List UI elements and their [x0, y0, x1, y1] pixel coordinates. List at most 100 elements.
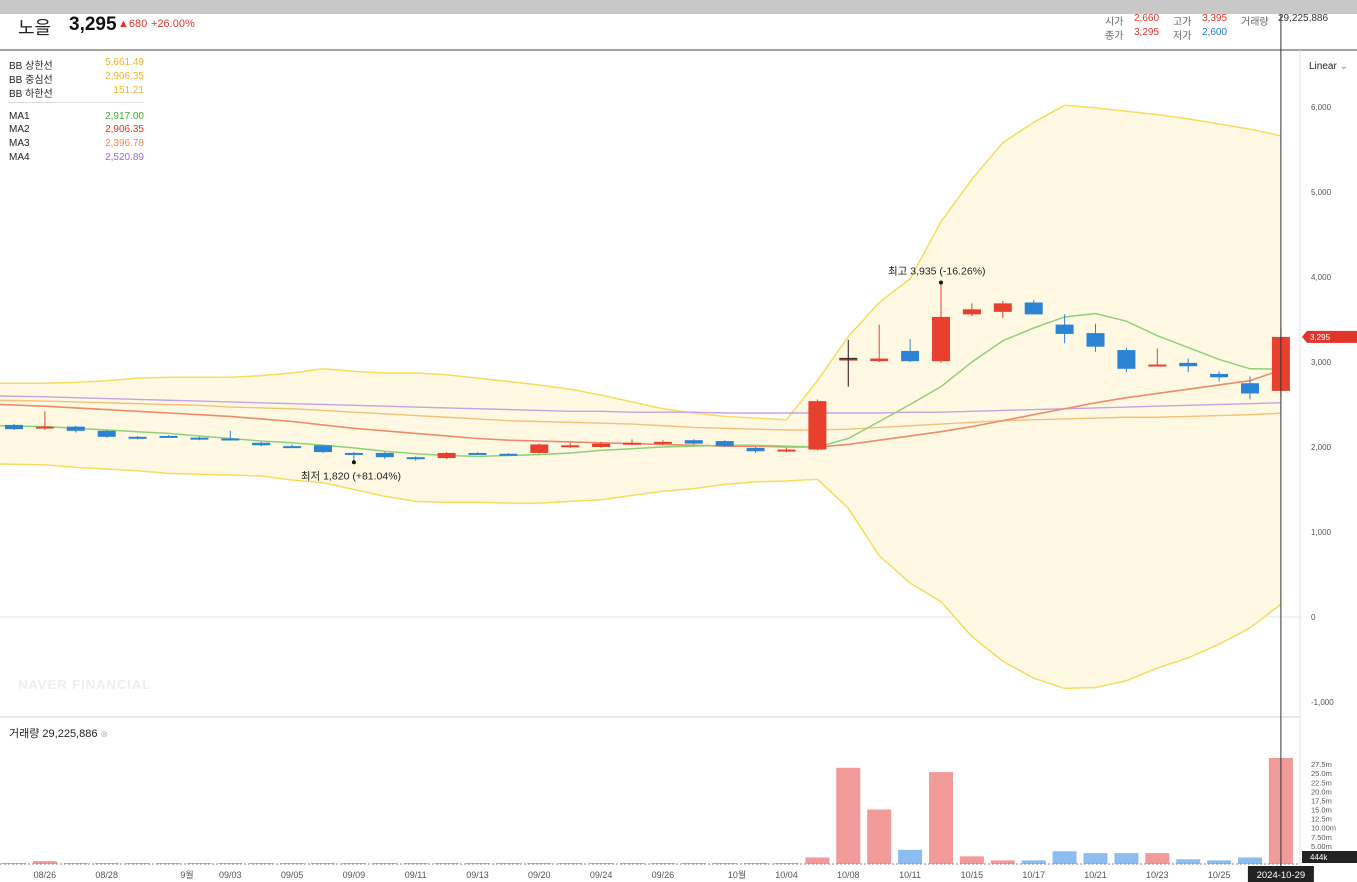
- volume-panel-label: 거래량 29,225,886 ⊗: [9, 725, 108, 741]
- volume-bar: [94, 863, 119, 864]
- x-tick-label: 09/13: [466, 870, 489, 880]
- candle-body: [1148, 364, 1167, 367]
- candle-body: [870, 358, 889, 362]
- x-tick-label: 10/04: [775, 870, 798, 880]
- volume-tick-label: 20.0m: [1311, 787, 1332, 796]
- candle-body: [901, 350, 920, 362]
- candle-body: [375, 452, 394, 458]
- legend-value: 2,906.35: [105, 71, 144, 82]
- volume-bar: [1207, 860, 1232, 864]
- y-tick-label: 2,000: [1311, 443, 1332, 452]
- candle-body: [1055, 324, 1074, 334]
- volume-bar: [434, 863, 459, 864]
- x-tick-label: 10/15: [961, 870, 984, 880]
- candle-body: [128, 436, 147, 439]
- current-date-tag-text: 2024-10-29: [1257, 870, 1306, 881]
- y-tick-label: 4,000: [1311, 273, 1332, 282]
- high-annotation: 최고 3,935 (-16.26%): [888, 266, 986, 278]
- legend-value: 2,917.00: [105, 111, 144, 122]
- legend-ma2: MA2 2,906.35: [9, 124, 144, 135]
- x-tick-label: 09/09: [343, 870, 366, 880]
- volume-bar: [805, 857, 830, 864]
- x-tick-label: 09/20: [528, 870, 551, 880]
- y-tick-label: 1,000: [1311, 528, 1332, 537]
- candle-body: [962, 309, 981, 315]
- y-tick-label: 0: [1311, 613, 1316, 622]
- candle-body: [623, 442, 641, 445]
- legend-value: 5,661.49: [105, 57, 144, 68]
- low-label: 저가: [1173, 31, 1192, 42]
- candle-body: [530, 444, 549, 453]
- legend-label: MA4: [9, 152, 30, 163]
- volume-tick-label: 25.0m: [1311, 769, 1332, 778]
- candle-body: [159, 435, 178, 438]
- x-tick-label: 9월: [180, 869, 193, 880]
- legend-value: 2,396.78: [105, 138, 144, 149]
- price-change-percent: +26.00%: [151, 18, 195, 30]
- legend-value: 151.21: [113, 85, 144, 96]
- scale-mode-select[interactable]: Linear ⌄: [1309, 61, 1348, 72]
- candle-body: [97, 430, 116, 437]
- candle-body: [808, 401, 827, 450]
- volume-tick-label: 22.5m: [1311, 778, 1332, 787]
- candle-body: [561, 445, 580, 448]
- x-tick-label: 10/21: [1084, 870, 1107, 880]
- volume-bar: [527, 863, 552, 864]
- current-price-tag-text: 3,295: [1310, 333, 1331, 342]
- chevron-down-icon: ⌄: [1339, 61, 1348, 72]
- volume-tick-label: 15.0m: [1311, 806, 1332, 815]
- volume-bar: [867, 809, 892, 864]
- candle-body: [344, 452, 363, 455]
- x-tick-label: 10월: [728, 869, 746, 880]
- y-tick-label: -1,000: [1311, 698, 1334, 707]
- legend-bb-lower: BB 하한선 151.21: [9, 85, 144, 100]
- x-tick-label: 10/17: [1022, 870, 1045, 880]
- x-tick-label: 09/05: [281, 870, 304, 880]
- legend-bb-mid: BB 중심선 2,906.35: [9, 71, 144, 86]
- volume-bar: [187, 863, 212, 864]
- volume-bar: [311, 863, 335, 864]
- volume-bar: [650, 863, 675, 864]
- volume-bar: [1083, 853, 1108, 864]
- candle-body: [715, 441, 734, 447]
- candle-body: [66, 426, 85, 431]
- candle-body: [406, 457, 425, 460]
- candle-body: [1024, 302, 1043, 315]
- stock-name: 노을: [18, 18, 52, 38]
- volume-bar: [959, 856, 984, 864]
- scale-mode-label: Linear: [1309, 61, 1337, 72]
- candle-body: [314, 445, 332, 453]
- volume-tick-label: 7.50m: [1311, 833, 1332, 842]
- x-tick-label: 10/08: [837, 870, 860, 880]
- y-tick-label: 3,000: [1311, 358, 1332, 367]
- legend-label: MA3: [9, 138, 30, 149]
- high-value: 3,395: [1202, 13, 1228, 24]
- volume-tick-label: 27.5m: [1311, 760, 1332, 769]
- close-icon[interactable]: ⊗: [101, 729, 109, 739]
- candle-body: [1179, 362, 1198, 367]
- close-label: 종가: [1105, 31, 1124, 42]
- volume-bar: [1114, 853, 1139, 864]
- volume-tick-label: 12.5m: [1311, 815, 1332, 824]
- candle-body: [746, 447, 765, 452]
- candle-body: [932, 316, 950, 362]
- current-volume-tag-text: 444k: [1310, 853, 1328, 862]
- open-value: 2,660: [1134, 13, 1160, 24]
- legend-label: MA1: [9, 111, 30, 122]
- volume-bar: [990, 860, 1015, 864]
- candle-body: [468, 452, 487, 455]
- legend-divider: [9, 102, 144, 103]
- volume-panel-text: 거래량 29,225,886: [9, 728, 98, 740]
- x-tick-label: 09/11: [405, 870, 427, 880]
- volume-value: 29,225,886: [1278, 13, 1329, 24]
- stock-chart[interactable]: 최고 3,935 (-16.26%) 최저 1,820 (+81.04%) 6,00…: [0, 14, 1357, 882]
- x-tick-label: 10/11: [899, 870, 921, 880]
- low-annotation: 최저 1,820 (+81.04%): [301, 470, 401, 482]
- low-marker: [351, 460, 356, 465]
- price-change: ▲680: [118, 18, 148, 30]
- candle-body: [35, 426, 54, 429]
- watermark: NAVER FINANCIAL: [18, 677, 152, 692]
- candle-body: [684, 440, 703, 444]
- volume-bar: [1176, 859, 1201, 864]
- x-tick-label: 08/26: [34, 870, 57, 880]
